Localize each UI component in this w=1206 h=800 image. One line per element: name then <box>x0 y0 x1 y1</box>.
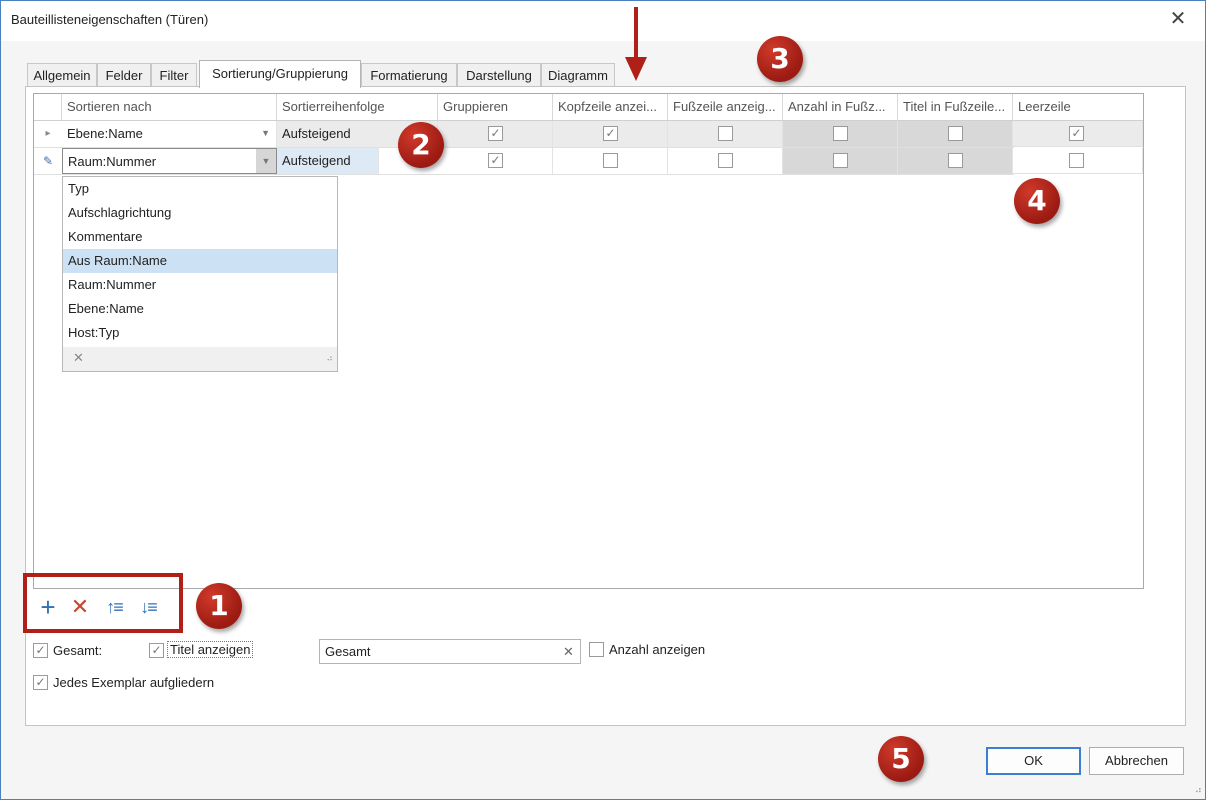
tab-diagramm[interactable]: Diagramm <box>541 63 615 86</box>
list-item-selected[interactable]: Aus Raum:Name <box>63 249 337 273</box>
tab-darstellung[interactable]: Darstellung <box>457 63 541 86</box>
total-title-input[interactable]: Gesamt <box>319 639 581 664</box>
annotation-badge-2: 2 <box>398 122 444 168</box>
column-header-group[interactable]: Gruppieren <box>438 94 553 120</box>
list-item[interactable]: Aufschlagrichtung <box>63 201 337 225</box>
count-footer-checkbox[interactable] <box>833 153 848 168</box>
column-header-count-footer[interactable]: Anzahl in Fußz... <box>783 94 898 120</box>
resize-grip-icon[interactable]: ⠴ <box>1195 785 1202 796</box>
column-header-title-footer[interactable]: Titel in Fußzeile... <box>898 94 1013 120</box>
blank-line-checkbox[interactable]: ✓ <box>1069 126 1084 141</box>
footer-cell <box>668 148 783 174</box>
resize-grip-icon[interactable]: ⠴ <box>326 353 333 364</box>
column-header-footer[interactable]: Fußzeile anzeig... <box>668 94 783 120</box>
sort-by-value: Ebene:Name <box>67 126 143 141</box>
window-title: Bauteillisteneigenschaften (Türen) <box>11 12 209 27</box>
show-title-label: Titel anzeigen <box>167 641 254 658</box>
tab-felder[interactable]: Felder <box>97 63 151 86</box>
column-header-sort-by[interactable]: Sortieren nach <box>62 94 277 120</box>
row-indicator-icon: ▸ <box>45 128 51 139</box>
annotation-badge-3: 3 <box>757 36 803 82</box>
blank-line-checkbox[interactable] <box>1069 153 1084 168</box>
clear-icon[interactable]: ✕ <box>563 644 574 660</box>
column-header-blank-line[interactable]: Leerzeile <box>1013 94 1143 120</box>
blank-line-cell: ✓ <box>1013 121 1143 147</box>
grid-header: Sortieren nach Sortierreihenfolge Gruppi… <box>34 94 1143 121</box>
sort-order-cell[interactable]: Aufsteigend <box>277 148 379 174</box>
group-cell: ✓ <box>438 121 553 147</box>
title-bar: Bauteillisteneigenschaften (Türen) ✕ <box>1 1 1205 41</box>
tab-filter[interactable]: Filter <box>151 63 197 86</box>
red-arrow-annotation <box>625 7 647 81</box>
sort-by-combo-editing[interactable]: Raum:Nummer ▼ <box>62 148 277 174</box>
list-item[interactable]: Ebene:Name <box>63 297 337 321</box>
chevron-down-icon[interactable]: ▼ <box>256 149 276 173</box>
footer-checkbox[interactable] <box>718 126 733 141</box>
footer-cell <box>668 121 783 147</box>
header-cell: ✓ <box>553 121 668 147</box>
itemize-checkbox[interactable]: ✓ <box>33 675 48 690</box>
dialog-window: Bauteillisteneigenschaften (Türen) ✕ All… <box>0 0 1206 800</box>
sort-by-dropdown-list: Typ Aufschlagrichtung Kommentare Aus Rau… <box>62 176 338 372</box>
tab-formatierung[interactable]: Formatierung <box>361 63 457 86</box>
sort-by-value: Raum:Nummer <box>68 154 157 169</box>
total-checkbox[interactable]: ✓ <box>33 643 48 658</box>
column-header-header[interactable]: Kopfzeile anzei... <box>553 94 668 120</box>
header-cell <box>553 148 668 174</box>
table-row[interactable]: ✎ Raum:Nummer ▼ Aufsteigend ✓ <box>34 148 1014 175</box>
list-item[interactable]: Raum:Nummer <box>63 273 337 297</box>
close-icon[interactable]: ✕ <box>1167 8 1189 30</box>
sort-by-combo[interactable]: Ebene:Name ▼ <box>62 121 277 147</box>
column-header-sort-order[interactable]: Sortierreihenfolge <box>277 94 438 120</box>
list-item[interactable]: Host:Typ <box>63 321 337 345</box>
show-count-label: Anzahl anzeigen <box>609 642 706 657</box>
blank-line-cell <box>1013 148 1143 174</box>
group-checkbox[interactable]: ✓ <box>488 126 503 141</box>
title-footer-cell <box>898 121 1013 147</box>
toolbar-highlight-frame <box>23 573 183 633</box>
list-item[interactable]: Typ <box>63 177 337 201</box>
show-count-checkbox[interactable] <box>589 642 604 657</box>
annotation-badge-5: 5 <box>878 736 924 782</box>
chevron-down-icon[interactable]: ▼ <box>261 121 270 146</box>
annotation-badge-4: 4 <box>1014 178 1060 224</box>
total-label: Gesamt: <box>53 643 103 658</box>
count-footer-cell <box>783 121 898 147</box>
clear-icon[interactable]: ✕ <box>73 350 84 366</box>
header-checkbox[interactable]: ✓ <box>603 126 618 141</box>
tab-sortierung-gruppierung[interactable]: Sortierung/Gruppierung <box>199 60 361 88</box>
title-footer-checkbox[interactable] <box>948 153 963 168</box>
ok-button[interactable]: OK <box>986 747 1081 775</box>
header-checkbox[interactable] <box>603 153 618 168</box>
count-footer-cell <box>783 148 898 174</box>
table-row[interactable]: ▸ Ebene:Name ▼ Aufsteigend ✓ ✓ <box>34 121 1014 148</box>
title-footer-cell <box>898 148 1013 174</box>
tab-allgemein[interactable]: Allgemein <box>27 63 97 86</box>
group-checkbox[interactable]: ✓ <box>488 153 503 168</box>
itemize-label: Jedes Exemplar aufgliedern <box>53 675 215 690</box>
group-cell: ✓ <box>438 148 553 174</box>
dropdown-footer: ✕ ⠴ <box>63 347 337 371</box>
annotation-badge-1: 1 <box>196 583 242 629</box>
footer-checkbox[interactable] <box>718 153 733 168</box>
edit-pencil-icon: ✎ <box>42 154 54 168</box>
list-item[interactable]: Kommentare <box>63 225 337 249</box>
show-title-checkbox[interactable]: ✓ <box>149 643 164 658</box>
count-footer-checkbox[interactable] <box>833 126 848 141</box>
title-footer-checkbox[interactable] <box>948 126 963 141</box>
row-indicator-header <box>34 94 62 120</box>
cancel-button[interactable]: Abbrechen <box>1089 747 1184 775</box>
